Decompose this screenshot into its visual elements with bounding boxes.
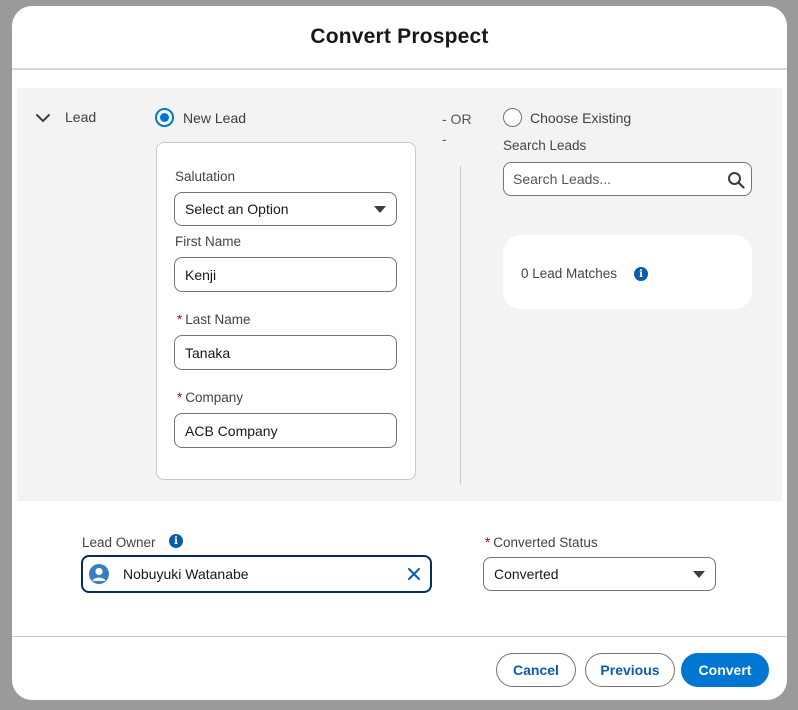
required-marker: * [177, 390, 183, 405]
search-icon[interactable] [727, 171, 745, 189]
info-icon[interactable]: i [634, 267, 648, 281]
or-separator: - OR - [442, 111, 472, 147]
cancel-button[interactable]: Cancel [496, 653, 576, 687]
footer-divider [12, 636, 787, 637]
first-name-label: First Name [175, 234, 242, 249]
vertical-divider [460, 166, 461, 484]
modal-header: Convert Prospect [12, 6, 787, 70]
modal-title: Convert Prospect [310, 25, 489, 48]
last-name-label: * Last Name [177, 312, 251, 327]
company-input[interactable]: ACB Company [174, 413, 397, 448]
lead-owner-lookup[interactable]: Nobuyuki Watanabe [81, 555, 432, 593]
choose-existing-radio-label[interactable]: Choose Existing [530, 110, 631, 126]
company-label: * Company [177, 390, 244, 405]
required-marker: * [485, 535, 491, 550]
new-lead-radio[interactable] [155, 108, 174, 127]
section-label-lead: Lead [65, 109, 97, 125]
lead-matches-text: 0 Lead Matches [521, 266, 618, 281]
convert-prospect-modal: Convert Prospect Lead New Lead Salutatio… [12, 6, 787, 700]
search-leads-placeholder: Search Leads... [513, 171, 612, 187]
lead-owner-label: Lead Owner [82, 535, 156, 550]
chevron-down-icon[interactable] [35, 110, 51, 126]
required-marker: * [177, 312, 183, 327]
last-name-input[interactable]: Tanaka [174, 335, 397, 370]
first-name-input[interactable]: Kenji [174, 257, 397, 292]
converted-status-value: Converted [494, 566, 559, 582]
new-lead-radio-label[interactable]: New Lead [183, 110, 246, 126]
user-avatar-icon [89, 564, 109, 584]
company-value: ACB Company [185, 422, 278, 439]
salutation-select[interactable]: Select an Option [174, 192, 397, 226]
dropdown-caret-icon [374, 206, 386, 213]
close-icon[interactable] [407, 567, 421, 581]
dropdown-caret-icon [693, 571, 705, 578]
converted-status-label: * Converted Status [485, 535, 598, 550]
converted-status-select[interactable]: Converted [483, 557, 716, 591]
new-lead-form: Salutation Select an Option First Name K… [156, 142, 416, 480]
search-leads-label: Search Leads [503, 138, 587, 153]
convert-button[interactable]: Convert [681, 653, 769, 687]
previous-button[interactable]: Previous [585, 653, 675, 687]
search-leads-input[interactable]: Search Leads... [503, 162, 752, 196]
salutation-value: Select an Option [185, 201, 289, 217]
info-icon[interactable]: i [169, 534, 183, 548]
lead-matches-card: 0 Lead Matches i [503, 235, 752, 309]
salutation-label: Salutation [175, 169, 236, 184]
lead-owner-value: Nobuyuki Watanabe [123, 566, 249, 582]
first-name-value: Kenji [185, 266, 217, 283]
last-name-value: Tanaka [185, 344, 231, 361]
choose-existing-radio[interactable] [503, 108, 522, 127]
